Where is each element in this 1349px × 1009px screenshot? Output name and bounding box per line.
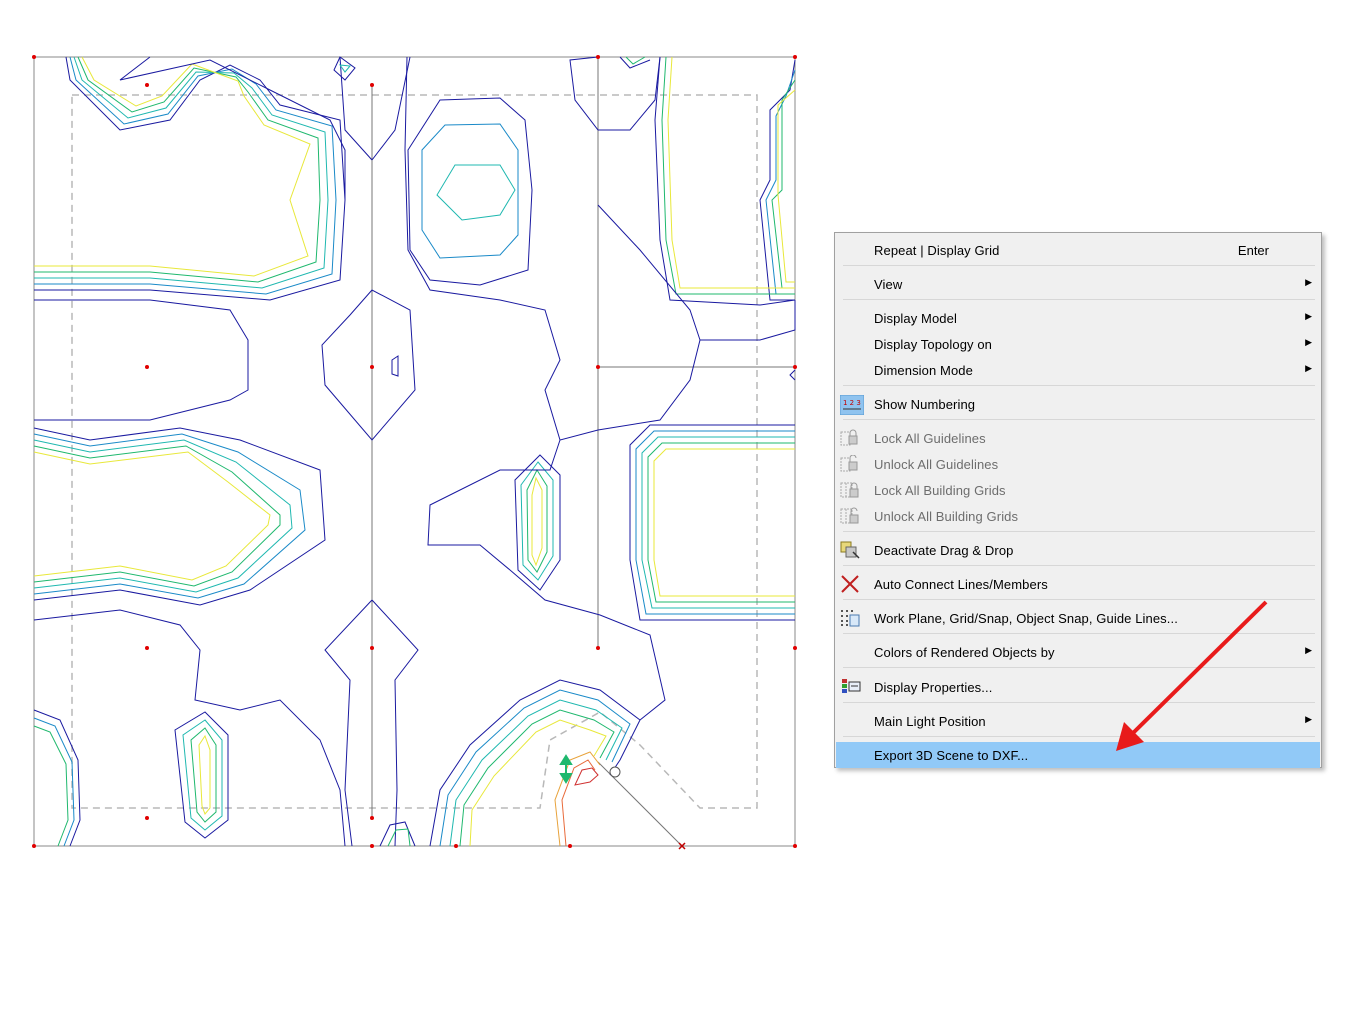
- menu-item-lock-all-building-grids[interactable]: Lock All Building Grids: [836, 477, 1320, 503]
- context-menu: Repeat | Display Grid Enter View ▶ Displ…: [834, 232, 1322, 768]
- submenu-arrow-icon: ▶: [1305, 311, 1312, 321]
- menu-item-deactivate-drag-drop[interactable]: Deactivate Drag & Drop: [836, 537, 1320, 563]
- menu-item-label: Lock All Guidelines: [874, 431, 986, 446]
- display-properties-icon: [840, 678, 861, 696]
- menu-item-label: View: [874, 277, 903, 292]
- submenu-arrow-icon: ▶: [1305, 337, 1312, 347]
- slab-boundary: [33, 56, 796, 847]
- menu-item-unlock-all-building-grids[interactable]: Unlock All Building Grids: [836, 503, 1320, 529]
- menu-separator: [843, 702, 1315, 703]
- menu-separator: [843, 265, 1315, 266]
- menu-item-auto-connect-lines-members[interactable]: Auto Connect Lines/Members: [836, 571, 1320, 597]
- menu-item-repeat-display-grid[interactable]: Repeat | Display Grid Enter: [836, 237, 1320, 263]
- menu-item-label: Repeat | Display Grid: [874, 243, 1000, 258]
- menu-item-label: Auto Connect Lines/Members: [874, 577, 1048, 592]
- menu-separator: [843, 385, 1315, 386]
- menu-item-display-topology-on[interactable]: Display Topology on ▶: [836, 331, 1320, 357]
- submenu-arrow-icon: ▶: [1305, 645, 1312, 655]
- menu-item-export-3d-scene-to-dxf[interactable]: Export 3D Scene to DXF...: [836, 742, 1320, 768]
- lock-icon: [840, 429, 860, 447]
- submenu-arrow-icon: ▶: [1305, 277, 1312, 287]
- menu-separator: [843, 667, 1315, 668]
- menu-item-label: Dimension Mode: [874, 363, 973, 378]
- menu-item-view[interactable]: View ▶: [836, 271, 1320, 297]
- menu-item-label: Display Properties...: [874, 680, 993, 695]
- menu-separator: [843, 531, 1315, 532]
- menu-item-dimension-mode[interactable]: Dimension Mode ▶: [836, 357, 1320, 383]
- menu-item-label: Work Plane, Grid/Snap, Object Snap, Guid…: [874, 611, 1178, 626]
- menu-item-display-properties[interactable]: Display Properties...: [836, 674, 1320, 700]
- grid-unlock-icon: [840, 507, 860, 525]
- menu-item-colors-of-rendered-objects[interactable]: Colors of Rendered Objects by ▶: [836, 639, 1320, 665]
- menu-item-show-numbering[interactable]: 1 2 3 Show Numbering: [836, 391, 1320, 417]
- menu-item-label: Unlock All Guidelines: [874, 457, 999, 472]
- model-viewport[interactable]: [0, 0, 820, 880]
- menu-item-unlock-all-guidelines[interactable]: Unlock All Guidelines: [836, 451, 1320, 477]
- grid-lock-icon: [840, 481, 860, 499]
- menu-separator: [843, 599, 1315, 600]
- menu-item-lock-all-guidelines[interactable]: Lock All Guidelines: [836, 425, 1320, 451]
- numbering-icon: 1 2 3: [839, 394, 865, 416]
- menu-item-label: Export 3D Scene to DXF...: [874, 748, 1029, 763]
- menu-item-label: Display Model: [874, 311, 957, 326]
- menu-item-work-plane-grid-snap[interactable]: Work Plane, Grid/Snap, Object Snap, Guid…: [836, 605, 1320, 631]
- support-arrow: [559, 754, 573, 784]
- menu-item-label: Main Light Position: [874, 714, 986, 729]
- nodes: [32, 55, 797, 848]
- menu-separator: [843, 565, 1315, 566]
- menu-item-label: Unlock All Building Grids: [874, 509, 1019, 524]
- menu-item-label: Lock All Building Grids: [874, 483, 1006, 498]
- work-plane-grid-icon: [840, 609, 860, 627]
- menu-item-label: Show Numbering: [874, 397, 976, 412]
- menu-item-main-light-position[interactable]: Main Light Position ▶: [836, 708, 1320, 734]
- menu-separator: [843, 419, 1315, 420]
- auto-connect-icon: [840, 575, 860, 593]
- menu-item-shortcut: Enter: [1237, 243, 1269, 258]
- menu-separator: [843, 299, 1315, 300]
- drag-drop-icon: [840, 541, 860, 559]
- menu-item-display-model[interactable]: Display Model ▶: [836, 305, 1320, 331]
- contour-lines: [33, 56, 796, 847]
- menu-item-label: Colors of Rendered Objects by: [874, 645, 1055, 660]
- submenu-arrow-icon: ▶: [1305, 714, 1312, 724]
- submenu-arrow-icon: ▶: [1305, 363, 1312, 373]
- menu-item-label: Deactivate Drag & Drop: [874, 543, 1014, 558]
- unlock-icon: [840, 454, 860, 473]
- svg-text:1 2 3: 1 2 3: [843, 399, 861, 407]
- menu-separator: [843, 633, 1315, 634]
- menu-separator: [843, 736, 1315, 737]
- menu-item-label: Display Topology on: [874, 337, 993, 352]
- dashed-boundary: [71, 94, 758, 809]
